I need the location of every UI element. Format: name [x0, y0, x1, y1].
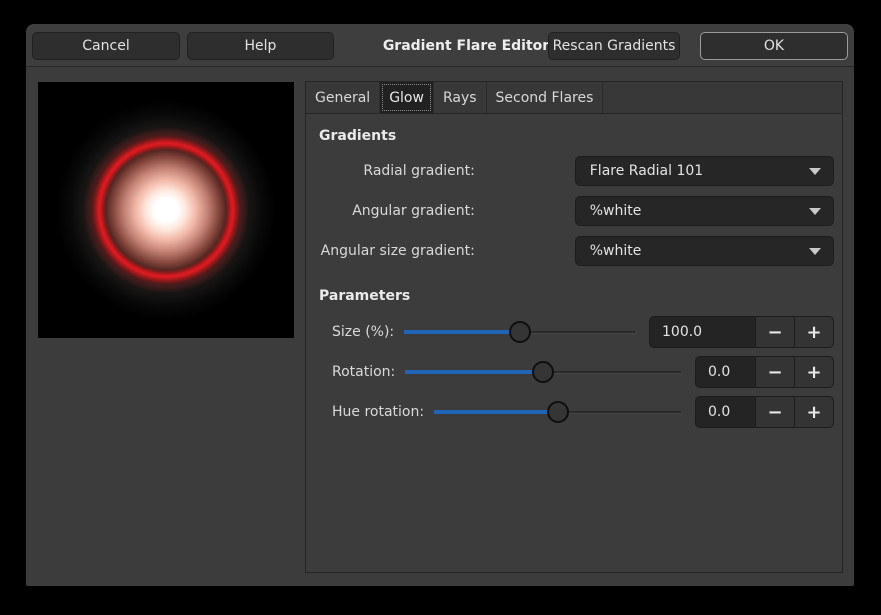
rotation-label: Rotation:	[332, 364, 395, 380]
radial-gradient-row: Radial gradient: Flare Radial 101	[319, 156, 834, 186]
rescan-gradients-button[interactable]: Rescan Gradients	[548, 32, 680, 60]
angular-size-gradient-label: Angular size gradient:	[319, 243, 475, 259]
angular-gradient-label: Angular gradient:	[319, 203, 475, 219]
rotation-row: Rotation: 0.0 − +	[332, 356, 834, 388]
parameters-heading: Parameters	[319, 288, 834, 304]
size-decrement-button[interactable]: −	[755, 317, 794, 347]
gradients-heading: Gradients	[319, 128, 834, 144]
angular-size-gradient-dropdown[interactable]: %white	[575, 236, 834, 266]
flare-preview-image	[38, 82, 294, 338]
hue-rotation-slider[interactable]	[434, 400, 681, 424]
rotation-slider[interactable]	[405, 360, 681, 384]
help-button[interactable]: Help	[187, 32, 334, 60]
slider-handle[interactable]	[547, 401, 569, 423]
angular-gradient-dropdown[interactable]: %white	[575, 196, 834, 226]
angular-gradient-value: %white	[590, 203, 809, 219]
rotation-spinbox: 0.0 − +	[695, 356, 834, 388]
size-spinbox: 100.0 − +	[649, 316, 834, 348]
tab-strip: General Glow Rays Second Flares	[306, 82, 842, 114]
angular-size-gradient-value: %white	[590, 243, 809, 259]
size-value-field[interactable]: 100.0	[650, 317, 755, 347]
slider-handle[interactable]	[532, 361, 554, 383]
header-bar: Cancel Help Gradient Flare Editor Rescan…	[26, 24, 854, 67]
hue-rotation-label: Hue rotation:	[332, 404, 424, 420]
angular-size-gradient-row: Angular size gradient: %white	[319, 236, 834, 266]
chevron-down-icon	[809, 208, 821, 215]
tab-rays[interactable]: Rays	[434, 82, 487, 113]
hue-rotation-increment-button[interactable]: +	[794, 397, 833, 427]
size-increment-button[interactable]: +	[794, 317, 833, 347]
radial-gradient-dropdown[interactable]: Flare Radial 101	[575, 156, 834, 186]
hue-rotation-decrement-button[interactable]: −	[755, 397, 794, 427]
radial-gradient-value: Flare Radial 101	[590, 163, 809, 179]
angular-gradient-row: Angular gradient: %white	[319, 196, 834, 226]
slider-fill	[405, 370, 543, 374]
size-slider[interactable]	[404, 320, 635, 344]
cancel-button[interactable]: Cancel	[32, 32, 180, 60]
tab-glow[interactable]: Glow	[380, 82, 434, 113]
tab-general[interactable]: General	[306, 82, 380, 113]
slider-fill	[404, 330, 519, 334]
rotation-decrement-button[interactable]: −	[755, 357, 794, 387]
chevron-down-icon	[809, 168, 821, 175]
settings-notebook: General Glow Rays Second Flares Gradient…	[305, 81, 843, 573]
slider-handle[interactable]	[509, 321, 531, 343]
glow-tab-page: Gradients Radial gradient: Flare Radial …	[306, 114, 842, 428]
slider-fill	[434, 410, 557, 414]
rotation-increment-button[interactable]: +	[794, 357, 833, 387]
ok-button[interactable]: OK	[700, 32, 848, 60]
radial-gradient-label: Radial gradient:	[319, 163, 475, 179]
hue-rotation-row: Hue rotation: 0.0 − +	[332, 396, 834, 428]
hue-rotation-value-field[interactable]: 0.0	[696, 397, 755, 427]
rotation-value-field[interactable]: 0.0	[696, 357, 755, 387]
size-label: Size (%):	[332, 324, 394, 340]
chevron-down-icon	[809, 248, 821, 255]
size-row: Size (%): 100.0 − +	[332, 316, 834, 348]
hue-rotation-spinbox: 0.0 − +	[695, 396, 834, 428]
dialog-title: Gradient Flare Editor	[366, 24, 566, 67]
tab-second-flares[interactable]: Second Flares	[487, 82, 604, 113]
gradient-flare-editor-dialog: Cancel Help Gradient Flare Editor Rescan…	[26, 24, 854, 586]
